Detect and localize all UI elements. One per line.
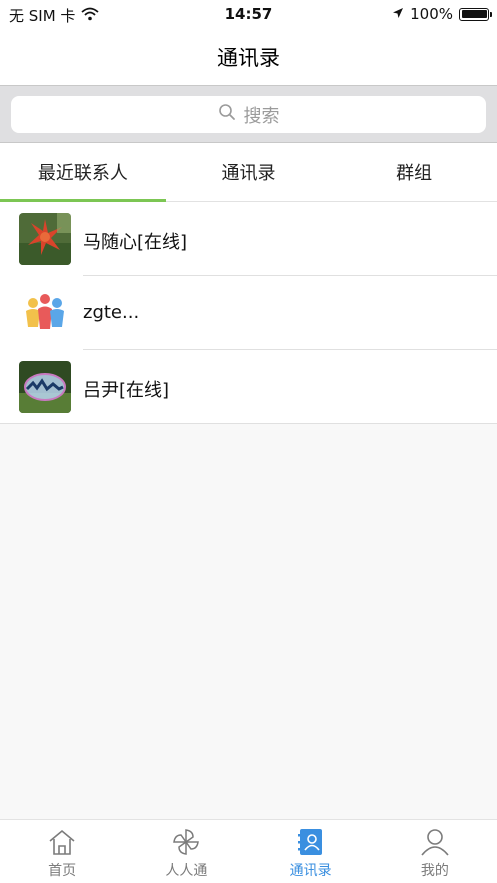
status-bar: 无 SIM 卡 14:57 100% [0, 0, 497, 28]
tabbar-renrentong-label: 人人通 [165, 863, 208, 879]
list-item[interactable]: 马随心[在线] [0, 202, 497, 276]
tabbar-contacts[interactable]: 通讯录 [249, 820, 373, 883]
people-group-logo-icon [19, 287, 71, 339]
tabbar-home[interactable]: 首页 [0, 820, 124, 883]
segment-tabs: 最近联系人 通讯录 群组 [0, 143, 497, 202]
status-right: 100% [392, 5, 492, 23]
battery-percent: 100% [410, 5, 453, 23]
tabbar-renrentong[interactable]: 人人通 [124, 820, 248, 883]
red-flower-photo-icon [19, 213, 71, 265]
tab-groups[interactable]: 群组 [331, 143, 497, 201]
contact-name: 马随心[在线] [83, 232, 188, 253]
avatar [19, 361, 71, 413]
contact-name: 吕尹[在线] [83, 380, 170, 401]
search-icon [218, 103, 236, 126]
page-title: 通讯录 [217, 45, 280, 70]
tab-contacts[interactable]: 通讯录 [166, 143, 332, 201]
tabbar-mine-label: 我的 [420, 863, 449, 879]
tabbar-home-label: 首页 [48, 863, 77, 879]
location-arrow-icon [392, 5, 404, 23]
battery-icon [459, 7, 492, 21]
person-icon [419, 826, 451, 858]
list-item[interactable]: zgte... [0, 276, 497, 350]
nav-bar: 通讯录 [0, 28, 497, 85]
home-icon [46, 826, 78, 858]
avatar [19, 213, 71, 265]
search-bar: 搜索 [0, 85, 497, 143]
search-placeholder: 搜索 [243, 105, 280, 127]
battery-fill [461, 10, 487, 18]
list-item[interactable]: 吕尹[在线] [0, 350, 497, 424]
tabbar-mine[interactable]: 我的 [373, 820, 497, 883]
bottom-tab-bar: 首页 人人通 通讯录 我的 [0, 819, 497, 883]
search-input[interactable]: 搜索 [11, 96, 486, 133]
contacts-book-icon [295, 826, 327, 858]
bubble-on-leaf-photo-icon [19, 361, 71, 413]
pinwheel-icon [170, 826, 202, 858]
avatar [19, 287, 71, 339]
tabbar-contacts-label: 通讯录 [289, 863, 332, 879]
contact-list: 马随心[在线] zgte... 吕尹[在线] [0, 202, 497, 424]
contact-name: zgte... [83, 302, 140, 323]
tab-recent-contacts[interactable]: 最近联系人 [0, 143, 166, 202]
battery-tip [490, 12, 492, 17]
